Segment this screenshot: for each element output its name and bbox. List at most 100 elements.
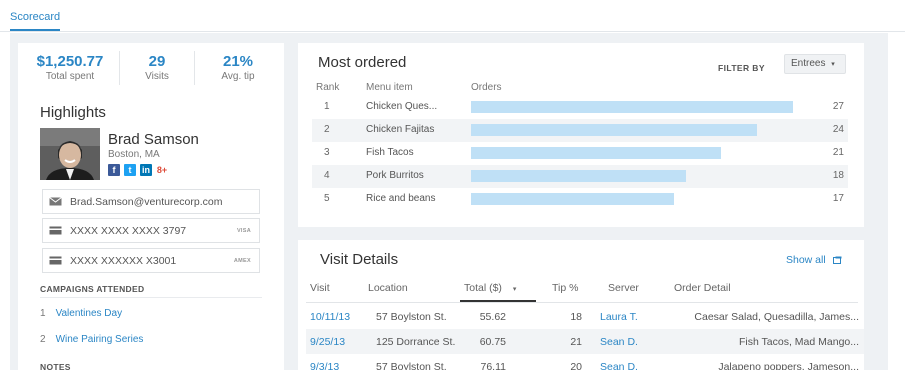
filter-label: FILTER BY <box>718 63 765 73</box>
campaigns-heading: CAMPAIGNS ATTENDED <box>40 284 145 294</box>
menu-item: Rice and beans <box>366 193 436 204</box>
orders-count: 21 <box>832 147 844 158</box>
card-brand: AMEX <box>233 258 251 264</box>
orders-count: 18 <box>832 170 844 181</box>
twitter-icon[interactable]: t <box>124 164 136 176</box>
visit-date[interactable]: 9/25/13 <box>310 336 345 348</box>
filter-dropdown[interactable]: Entrees ▾ <box>784 54 846 74</box>
divider <box>40 297 262 298</box>
rank: 2 <box>324 124 330 135</box>
divider <box>119 51 120 85</box>
filter-value: Entrees <box>791 58 826 69</box>
tip-percent: 20 <box>570 361 582 370</box>
location: 57 Boylston St. <box>376 361 447 370</box>
external-link-icon <box>832 256 842 264</box>
col-tip[interactable]: Tip % <box>552 282 578 294</box>
tab-scorecard[interactable]: Scorecard <box>10 11 61 31</box>
menu-item: Fish Tacos <box>366 147 414 158</box>
rank: 4 <box>324 170 330 181</box>
total: 55.62 <box>479 311 506 323</box>
campaign-index: 2 <box>40 334 46 345</box>
total: 60.75 <box>479 336 506 348</box>
sort-desc-icon: ▾ <box>512 286 517 293</box>
total: 76.11 <box>480 361 507 370</box>
card-number: XXXX XXXXXX X3001 <box>70 255 177 267</box>
divider <box>194 51 195 85</box>
customer-panel: $1,250.77 Total spent 29 Visits 21% Avg.… <box>18 43 284 370</box>
visit-row[interactable]: 9/25/13 125 Dorrance St. 60.75 21 Sean D. Fis… <box>306 329 864 354</box>
most-ordered-panel: Most ordered FILTER BY Entrees ▾ Rank Me… <box>298 43 864 227</box>
orders-bar <box>471 147 721 159</box>
order-detail: Jalapeno poppers, Jameson... <box>718 361 859 370</box>
campaign-link[interactable]: Wine Pairing Series <box>56 334 144 345</box>
order-detail: Fish Tacos, Mad Mango... <box>738 336 859 348</box>
visit-row[interactable]: 10/11/13 57 Boylston St. 55.62 18 Laura T. Ca… <box>306 304 864 329</box>
visit-row[interactable]: 9/3/13 57 Boylston St. 76.11 20 Sean D. Jalap… <box>306 354 864 370</box>
stat-total-spent: $1,250.77 Total spent <box>28 53 112 82</box>
orders-bar <box>471 170 686 182</box>
stat-label: Visits <box>145 71 169 82</box>
server[interactable]: Sean D. <box>600 361 638 370</box>
card-number: XXXX XXXX XXXX 3797 <box>70 225 187 237</box>
tab-bar: Scorecard <box>0 0 905 32</box>
visit-date[interactable]: 10/11/13 <box>310 311 350 323</box>
rank: 5 <box>324 193 330 204</box>
stat-value: 21% <box>222 53 254 70</box>
orders-count: 17 <box>832 193 844 204</box>
card-field[interactable]: XXXX XXXXXX X3001 AMEX <box>42 248 260 273</box>
most-ordered-row[interactable]: 3 Fish Tacos 21 <box>312 142 848 165</box>
most-ordered-row[interactable]: 5 Rice and beans 17 <box>312 188 848 211</box>
server[interactable]: Laura T. <box>600 311 638 323</box>
order-detail: Caesar Salad, Quesadilla, James... <box>694 311 859 323</box>
stat-avg-tip: 21% Avg. tip <box>202 53 274 82</box>
chevron-down-icon: ▾ <box>831 61 835 68</box>
googleplus-icon[interactable]: 8+ <box>156 164 168 176</box>
card-field[interactable]: XXXX XXXX XXXX 3797 VISA <box>42 218 260 243</box>
notes-heading: NOTES <box>40 362 71 370</box>
location: 57 Boylston St. <box>376 311 447 323</box>
stat-label: Avg. tip <box>221 71 255 82</box>
visit-details-title: Visit Details <box>320 251 399 268</box>
email-field[interactable]: Brad.Samson@venturecorp.com <box>42 189 260 214</box>
orders-bar <box>471 101 793 113</box>
tip-percent: 18 <box>570 311 582 323</box>
email-text: Brad.Samson@venturecorp.com <box>70 196 223 208</box>
visit-details-panel: Visit Details Show all Visit Location To… <box>298 240 864 370</box>
server[interactable]: Sean D. <box>600 336 638 348</box>
col-total[interactable]: Total ($) ▾ <box>464 282 516 294</box>
col-location[interactable]: Location <box>368 282 408 294</box>
most-ordered-row[interactable]: 2 Chicken Fajitas 24 <box>312 119 848 142</box>
orders-count: 24 <box>832 124 844 135</box>
show-all-link[interactable]: Show all <box>786 254 842 266</box>
customer-name: Brad Samson <box>108 131 199 148</box>
credit-card-icon <box>49 226 62 235</box>
col-visit[interactable]: Visit <box>310 282 330 294</box>
stat-value: $1,250.77 <box>36 53 104 70</box>
show-all-label: Show all <box>786 254 826 266</box>
rank: 3 <box>324 147 330 158</box>
avatar <box>40 128 100 180</box>
campaign-index: 1 <box>40 308 46 319</box>
campaign-link[interactable]: Valentines Day <box>56 308 123 319</box>
stat-label: Total spent <box>45 71 95 82</box>
campaign-item: 2 Wine Pairing Series <box>40 334 143 345</box>
col-orders: Orders <box>471 82 502 93</box>
menu-item: Chicken Fajitas <box>366 124 435 135</box>
linkedin-icon[interactable]: in <box>140 164 152 176</box>
facebook-icon[interactable]: f <box>108 164 120 176</box>
col-order-detail[interactable]: Order Detail <box>674 282 731 294</box>
orders-bar <box>471 124 757 136</box>
orders-bar <box>471 193 674 205</box>
col-server[interactable]: Server <box>608 282 639 294</box>
orders-count: 27 <box>832 101 844 112</box>
credit-card-icon <box>49 256 62 265</box>
col-rank: Rank <box>316 82 340 93</box>
most-ordered-row[interactable]: 4 Pork Burritos 18 <box>312 165 848 188</box>
location: 125 Dorrance St. <box>376 336 456 348</box>
most-ordered-row[interactable]: 1 Chicken Ques... 27 <box>312 96 848 119</box>
col-total-label: Total ($) <box>464 282 502 294</box>
stat-value: 29 <box>148 53 166 70</box>
mail-icon <box>49 197 62 206</box>
rank: 1 <box>324 101 330 112</box>
visit-date[interactable]: 9/3/13 <box>310 361 339 370</box>
